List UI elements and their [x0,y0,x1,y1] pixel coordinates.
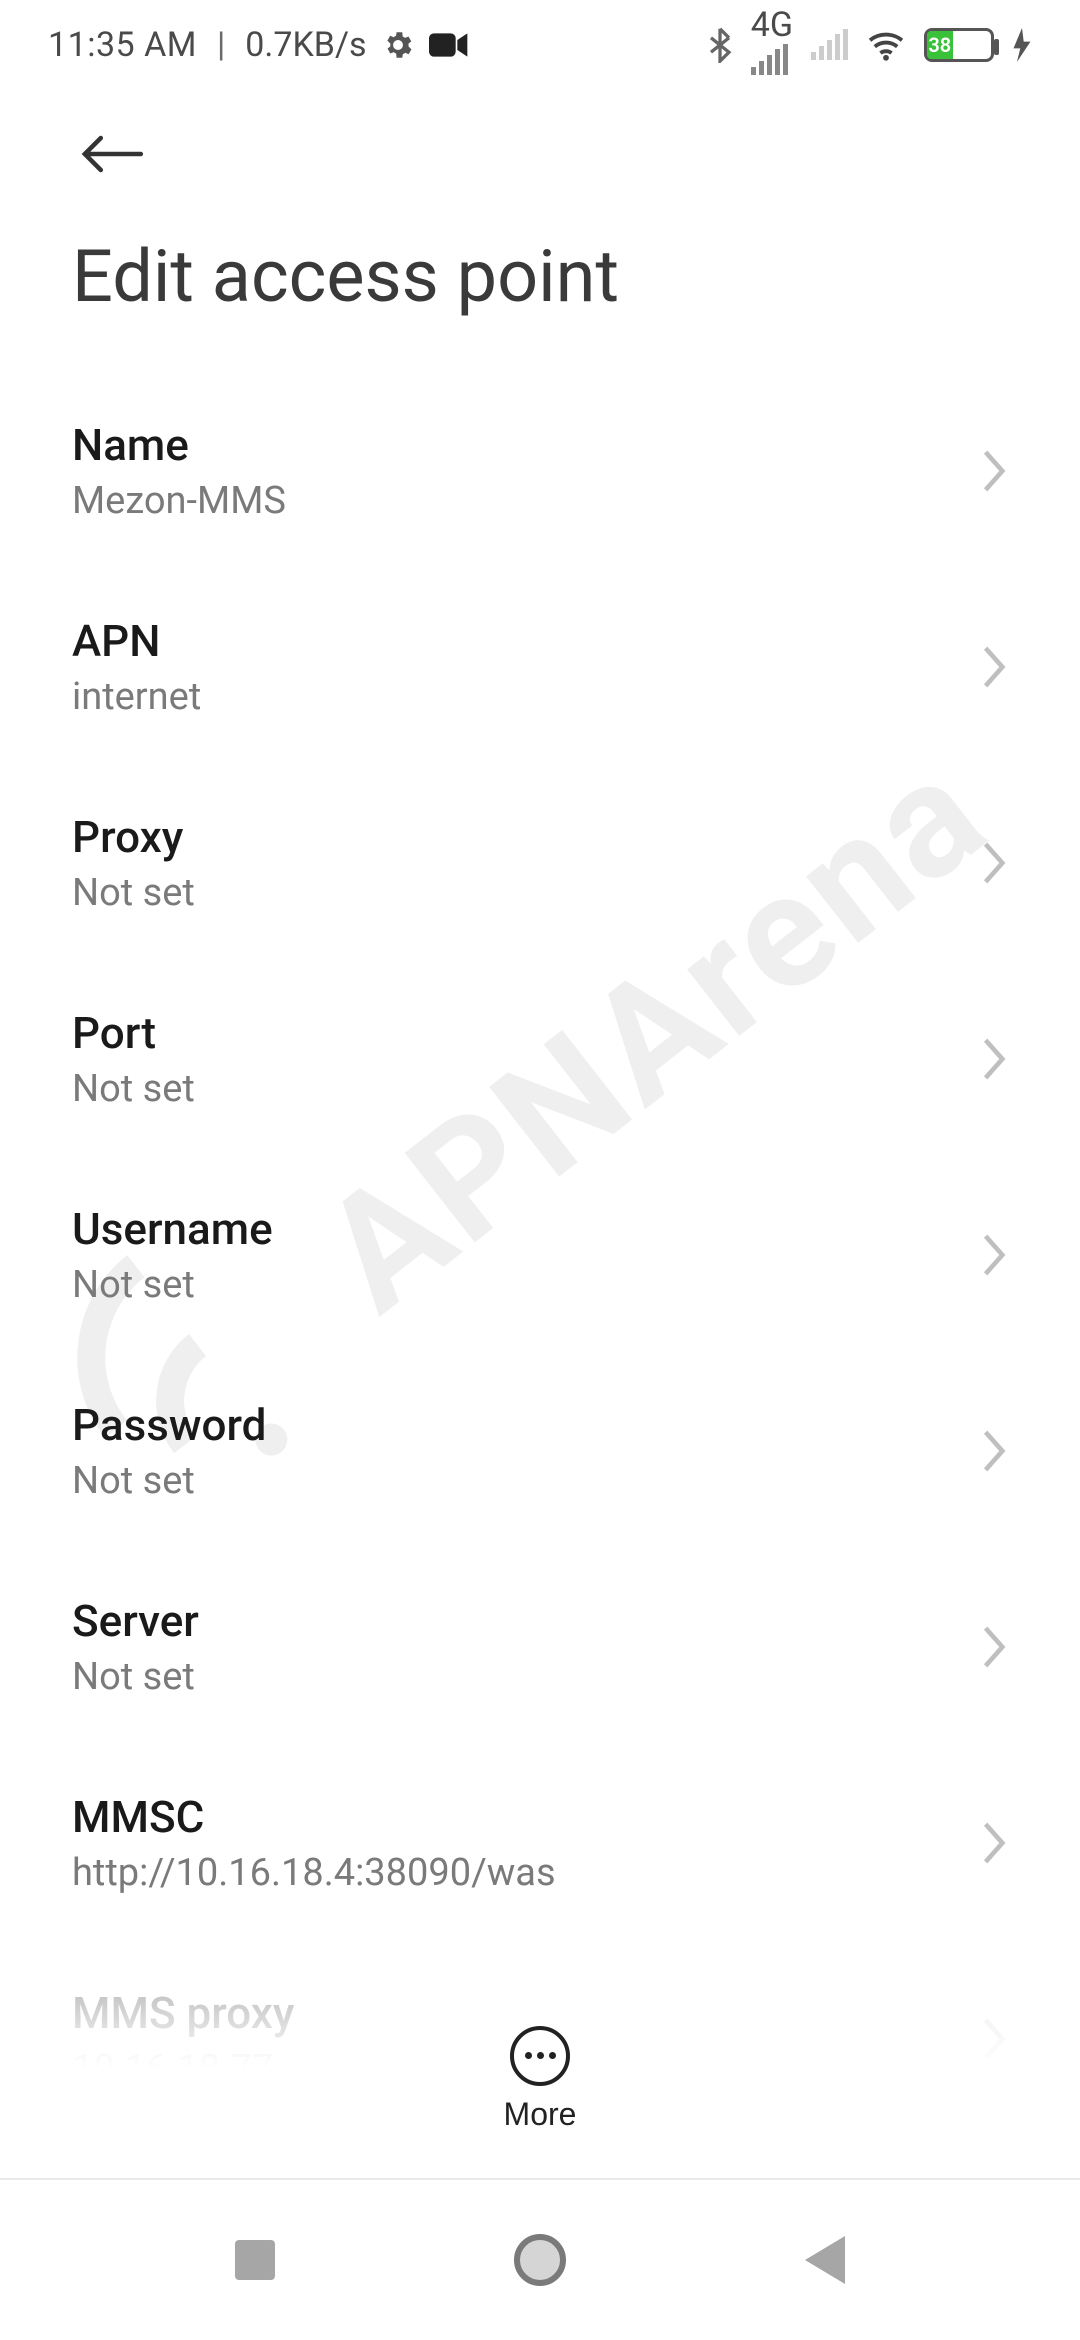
nav-back-button[interactable] [795,2230,855,2290]
signal-sim2 [811,30,848,60]
battery-icon: 38 [924,28,994,62]
status-bar: 11:35 AM | 0.7KB/s 4G 38 [0,0,1080,90]
setting-row-apn[interactable]: APN internet [72,575,1008,771]
circle-icon [514,2234,566,2286]
status-separator: | [211,25,231,65]
page-title: Edit access point [0,194,1080,379]
signal-4g-label: 4G [751,15,793,45]
setting-row-proxy[interactable]: Proxy Not set [72,771,1008,967]
setting-value-password: Not set [72,1459,266,1503]
chevron-right-icon [980,1820,1008,1866]
settings-list: Name Mezon-MMS APN internet Proxy Not se… [0,379,1080,2143]
chevron-right-icon [980,1624,1008,1670]
arrow-left-icon [80,132,144,176]
signal-sim1: 4G [751,15,793,75]
setting-value-mmsc: http://10.16.18.4:38090/was [72,1851,556,1895]
setting-label-server: Server [72,1595,199,1647]
square-icon [235,2240,275,2280]
chevron-right-icon [980,1036,1008,1082]
more-label: More [504,2096,577,2133]
chevron-right-icon [980,1428,1008,1474]
status-right: 4G 38 [707,15,1032,75]
more-button[interactable]: More [504,2026,577,2133]
nav-bar [0,2180,1080,2340]
status-time: 11:35 AM [48,25,197,65]
setting-row-username[interactable]: Username Not set [72,1163,1008,1359]
setting-label-port: Port [72,1007,195,1059]
setting-label-proxy: Proxy [72,811,195,863]
gear-icon [381,28,415,62]
wifi-status-icon [866,29,906,61]
setting-row-password[interactable]: Password Not set [72,1359,1008,1555]
setting-row-port[interactable]: Port Not set [72,967,1008,1163]
setting-value-proxy: Not set [72,871,195,915]
setting-label-name: Name [72,419,286,471]
bluetooth-icon [707,27,733,63]
setting-value-username: Not set [72,1263,273,1307]
chevron-right-icon [980,644,1008,690]
chevron-right-icon [980,448,1008,494]
status-left: 11:35 AM | 0.7KB/s [48,25,469,65]
video-icon [429,30,469,60]
header [0,90,1080,194]
chevron-right-icon [980,1232,1008,1278]
nav-recents-button[interactable] [225,2230,285,2290]
setting-value-name: Mezon-MMS [72,479,286,523]
setting-label-username: Username [72,1203,273,1255]
triangle-icon [805,2236,845,2284]
bottom-action-bar: More [0,1980,1080,2180]
more-icon [510,2026,570,2086]
setting-value-apn: internet [72,675,201,719]
nav-home-button[interactable] [510,2230,570,2290]
setting-row-name[interactable]: Name Mezon-MMS [72,379,1008,575]
setting-value-port: Not set [72,1067,195,1111]
chevron-right-icon [980,840,1008,886]
back-button[interactable] [72,114,152,194]
status-net-speed: 0.7KB/s [245,25,366,65]
setting-label-apn: APN [72,615,201,667]
setting-value-server: Not set [72,1655,199,1699]
setting-label-mmsc: MMSC [72,1791,556,1843]
setting-row-server[interactable]: Server Not set [72,1555,1008,1751]
charging-icon [1012,28,1032,62]
setting-row-mmsc[interactable]: MMSC http://10.16.18.4:38090/was [72,1751,1008,1947]
setting-label-password: Password [72,1399,266,1451]
battery-percentage: 38 [927,31,953,59]
